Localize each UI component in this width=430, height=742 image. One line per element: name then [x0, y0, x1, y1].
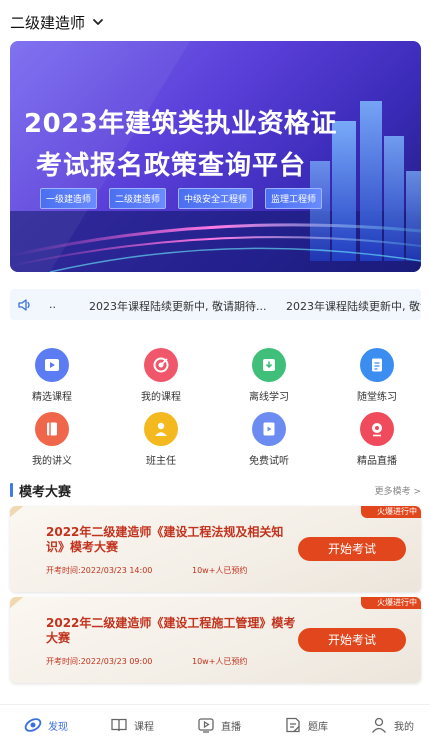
- download-icon: [252, 348, 286, 382]
- user-icon: [371, 717, 387, 733]
- tab-label: 题库: [308, 721, 328, 733]
- tab-discover[interactable]: 发现: [24, 715, 68, 735]
- tab-question-bank[interactable]: 题库: [284, 715, 328, 735]
- play-screen-icon: [198, 718, 214, 733]
- grid-item-class-exercise[interactable]: 随堂练习: [337, 348, 417, 403]
- notice-message: 2023年课程陆续更新中, 敬请期待...: [89, 300, 267, 313]
- bottom-tab-bar: 发现 课程 直播 题库 我的: [0, 704, 430, 742]
- card-corner-ribbon: [10, 597, 31, 617]
- hot-badge: 火爆进行中: [361, 506, 421, 518]
- banner-headline-2: 考试报名政策查询平台: [36, 151, 307, 181]
- grid-item-label: 精选课程: [32, 392, 72, 403]
- grid-item-label: 免费试听: [249, 456, 289, 467]
- grid-item-label: 我的课程: [141, 392, 181, 403]
- live-camera-icon: [360, 412, 394, 446]
- video-course-icon: [35, 348, 69, 382]
- grid-item-offline-study[interactable]: 离线学习: [229, 348, 309, 403]
- exam-reserved-count: 10w+人已预约: [192, 657, 248, 666]
- more-mock-exams-link[interactable]: 更多模考 >: [375, 484, 421, 497]
- location-selector[interactable]: 二级建造师: [10, 10, 105, 34]
- section-accent-bar: [10, 483, 13, 497]
- banner-tag: 一级建造师: [40, 188, 98, 209]
- exam-title: 2022年二级建造师《建设工程法规及相关知识》模考大赛: [46, 525, 284, 554]
- exam-card[interactable]: 火爆进行中 2022年二级建造师《建设工程施工管理》模考大赛 开考时间:2022…: [10, 597, 421, 683]
- speaker-icon: [18, 298, 30, 311]
- page-title: 二级建造师: [10, 13, 86, 32]
- tab-live[interactable]: 直播: [197, 715, 241, 735]
- handout-icon: [35, 412, 69, 446]
- tab-label: 直播: [221, 721, 241, 733]
- section-title: 模考大赛: [19, 485, 72, 500]
- grid-item-label: 离线学习: [249, 392, 289, 403]
- book-icon: [111, 718, 127, 732]
- grid-item-label: 班主任: [146, 456, 176, 467]
- banner-tag: 中级安全工程师: [178, 188, 254, 209]
- section-header-mock-exam: 模考大赛 更多模考 >: [10, 481, 421, 500]
- grid-item-label: 精品直播: [357, 456, 397, 467]
- grid-item-label: 随堂练习: [357, 392, 397, 403]
- grid-item-premium-live[interactable]: 精品直播: [337, 412, 417, 467]
- start-exam-button[interactable]: 开始考试: [298, 537, 406, 561]
- target-icon: [144, 348, 178, 382]
- exam-reserved-count: 10w+人已预约: [192, 566, 248, 575]
- tab-me[interactable]: 我的: [370, 715, 414, 735]
- grid-item-head-teacher[interactable]: 班主任: [121, 412, 201, 467]
- notice-ellipsis: ..: [49, 298, 56, 311]
- notice-message: 2023年课程陆续更新中, 敬请: [286, 300, 421, 313]
- hot-badge: 火爆进行中: [361, 597, 421, 609]
- card-corner-ribbon: [10, 506, 31, 526]
- banner-tag-row: 一级建造师 二级建造师 中级安全工程师 监理工程师: [40, 188, 323, 209]
- exercise-icon: [360, 348, 394, 382]
- notice-bar[interactable]: .. 2023年课程陆续更新中, 敬请期待... 2023年课程陆续更新中, 敬…: [10, 289, 421, 320]
- exam-start-time: 开考时间:2022/03/23 09:00: [46, 657, 153, 666]
- tab-label: 课程: [134, 721, 154, 733]
- discover-icon: [24, 718, 42, 732]
- exam-start-time: 开考时间:2022/03/23 14:00: [46, 566, 153, 575]
- promo-banner[interactable]: 2023年建筑类执业资格证 考试报名政策查询平台 一级建造师 二级建造师 中级安…: [10, 41, 421, 272]
- question-bank-icon: [286, 717, 300, 733]
- grid-item-my-handouts[interactable]: 我的讲义: [12, 412, 92, 467]
- exam-card[interactable]: 火爆进行中 2022年二级建造师《建设工程法规及相关知识》模考大赛 开考时间:2…: [10, 506, 421, 592]
- start-exam-button[interactable]: 开始考试: [298, 628, 406, 652]
- exam-title: 2022年二级建造师《建设工程施工管理》模考大赛: [46, 616, 296, 645]
- banner-tag: 监理工程师: [265, 188, 323, 209]
- tab-label: 发现: [48, 721, 68, 733]
- grid-item-free-trial[interactable]: 免费试听: [229, 412, 309, 467]
- tab-courses[interactable]: 课程: [110, 715, 154, 735]
- grid-item-my-courses[interactable]: 我的课程: [121, 348, 201, 403]
- banner-headline-1: 2023年建筑类执业资格证: [24, 109, 337, 139]
- teacher-icon: [144, 412, 178, 446]
- chevron-down-icon: [93, 19, 103, 25]
- banner-tag: 二级建造师: [109, 188, 167, 209]
- free-listen-icon: [252, 412, 286, 446]
- grid-item-featured-courses[interactable]: 精选课程: [12, 348, 92, 403]
- tab-label: 我的: [394, 721, 414, 733]
- grid-item-label: 我的讲义: [32, 456, 72, 467]
